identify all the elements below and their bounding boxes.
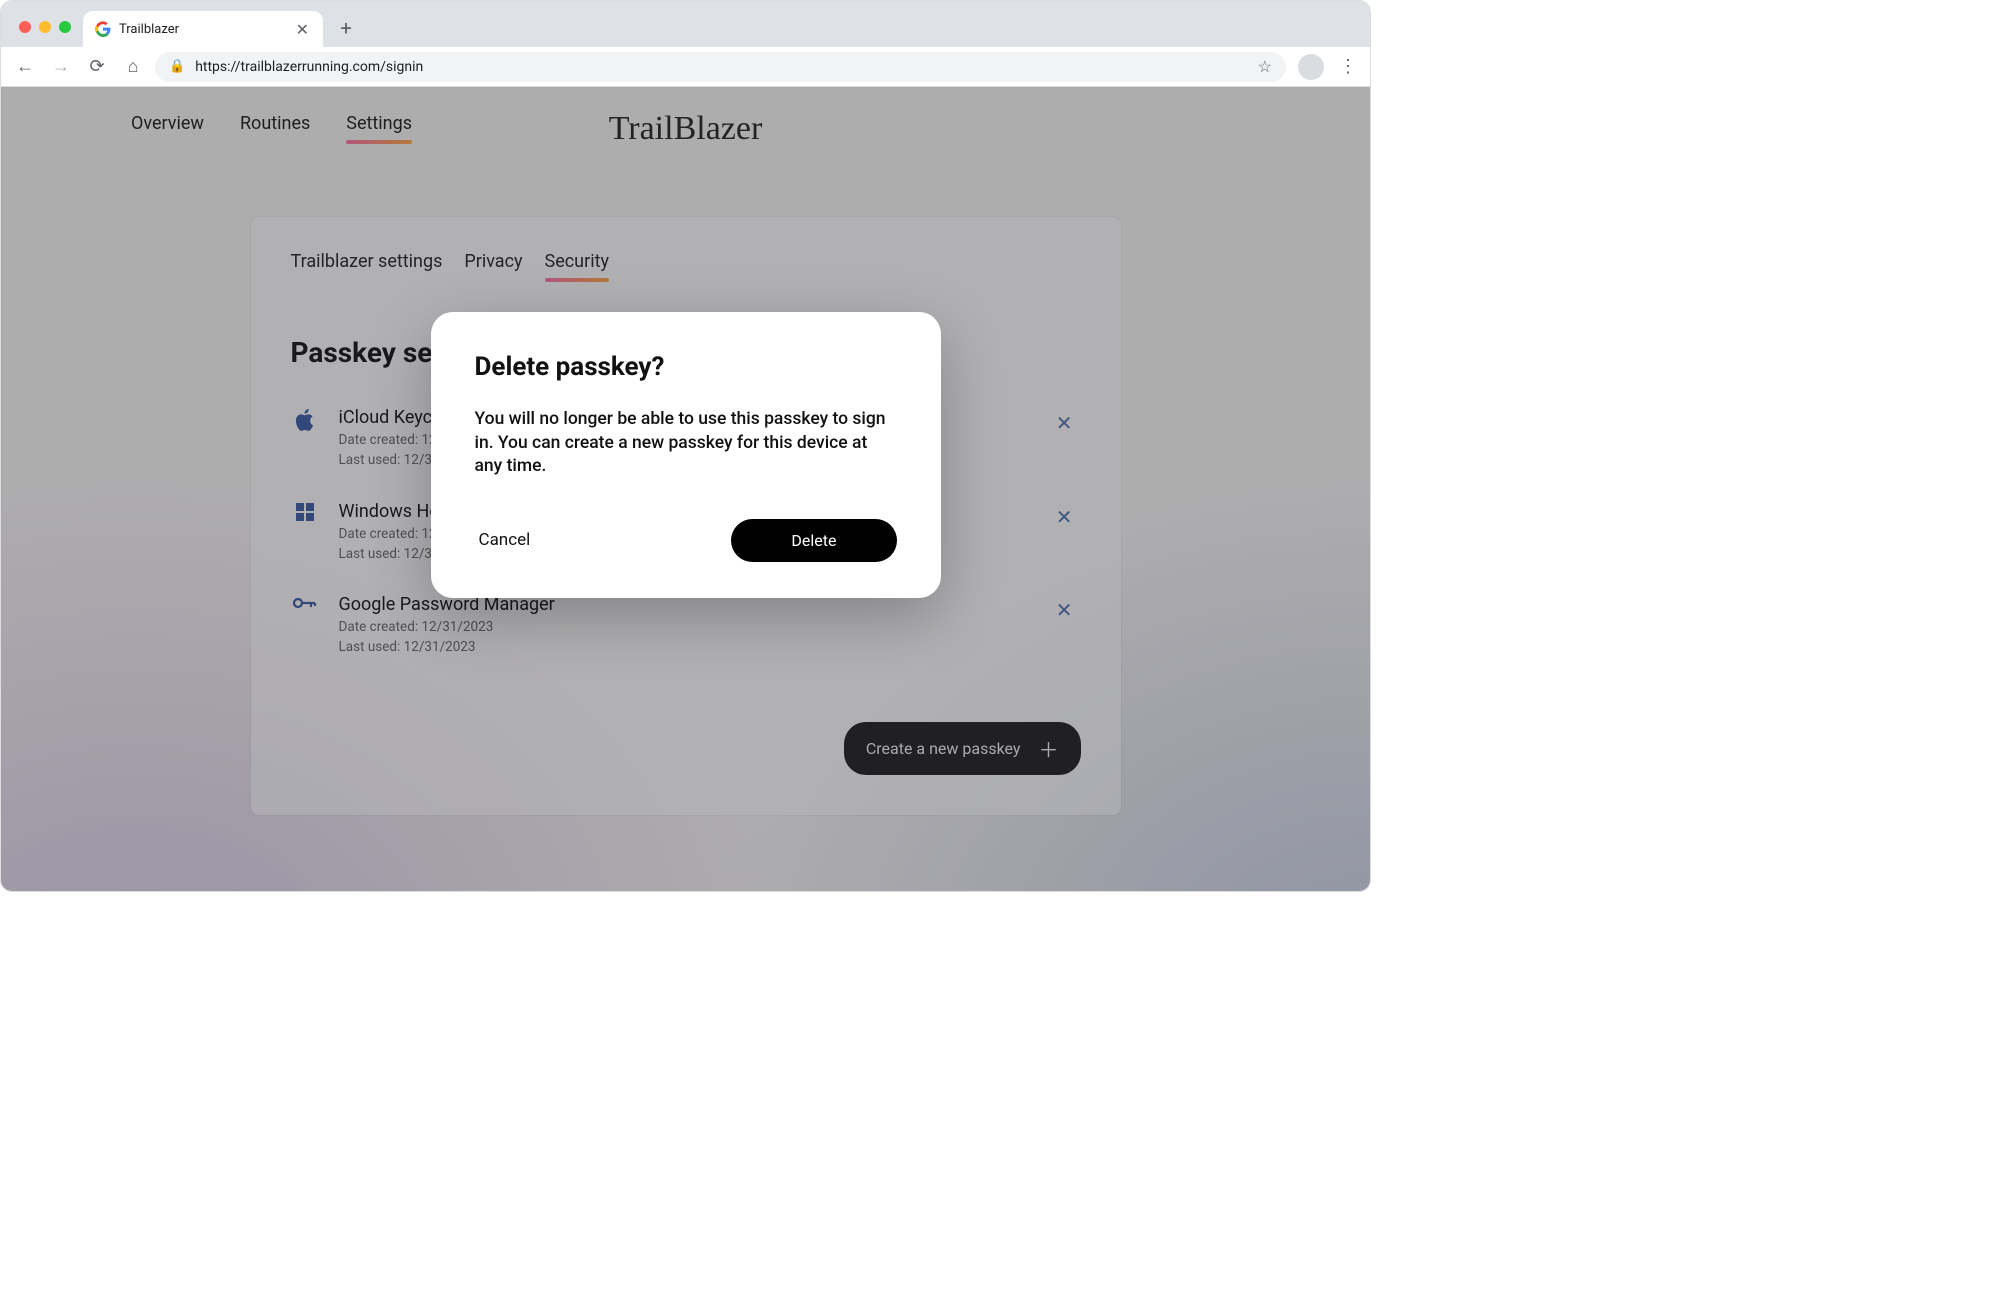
browser-menu-button[interactable]: ⋮ <box>1336 56 1360 77</box>
nav-forward-button[interactable]: → <box>47 53 75 81</box>
cancel-button[interactable]: Cancel <box>475 522 535 558</box>
lock-icon: 🔒 <box>169 59 185 74</box>
profile-avatar[interactable] <box>1298 54 1324 80</box>
tab-close-button[interactable]: ✕ <box>294 20 311 39</box>
page-viewport: Overview Routines Settings TrailBlazer T… <box>1 87 1370 891</box>
dialog-title: Delete passkey? <box>475 352 897 382</box>
window-close-button[interactable] <box>19 21 31 33</box>
dialog-actions: Cancel Delete <box>475 519 897 562</box>
modal-overlay[interactable]: Delete passkey? You will no longer be ab… <box>1 87 1370 891</box>
delete-passkey-dialog: Delete passkey? You will no longer be ab… <box>431 312 941 598</box>
window-minimize-button[interactable] <box>39 21 51 33</box>
tab-title: Trailblazer <box>119 22 286 37</box>
browser-tab[interactable]: Trailblazer ✕ <box>83 11 323 47</box>
window-zoom-button[interactable] <box>59 21 71 33</box>
bookmark-star-icon[interactable]: ☆ <box>1258 57 1272 76</box>
dialog-body: You will no longer be able to use this p… <box>475 408 897 479</box>
browser-window: Trailblazer ✕ + ← → ⟳ ⌂ 🔒 https://trailb… <box>0 0 1371 892</box>
nav-back-button[interactable]: ← <box>11 53 39 81</box>
address-bar: ← → ⟳ ⌂ 🔒 https://trailblazerrunning.com… <box>1 47 1370 87</box>
omnibox[interactable]: 🔒 https://trailblazerrunning.com/signin … <box>155 52 1286 82</box>
tab-strip: Trailblazer ✕ + <box>1 1 1370 47</box>
google-favicon-icon <box>95 21 111 37</box>
delete-button[interactable]: Delete <box>731 519 896 562</box>
window-controls <box>19 21 71 33</box>
nav-home-button[interactable]: ⌂ <box>119 53 147 81</box>
new-tab-button[interactable]: + <box>331 13 361 43</box>
omnibox-url: https://trailblazerrunning.com/signin <box>195 59 1247 75</box>
nav-reload-button[interactable]: ⟳ <box>83 53 111 81</box>
